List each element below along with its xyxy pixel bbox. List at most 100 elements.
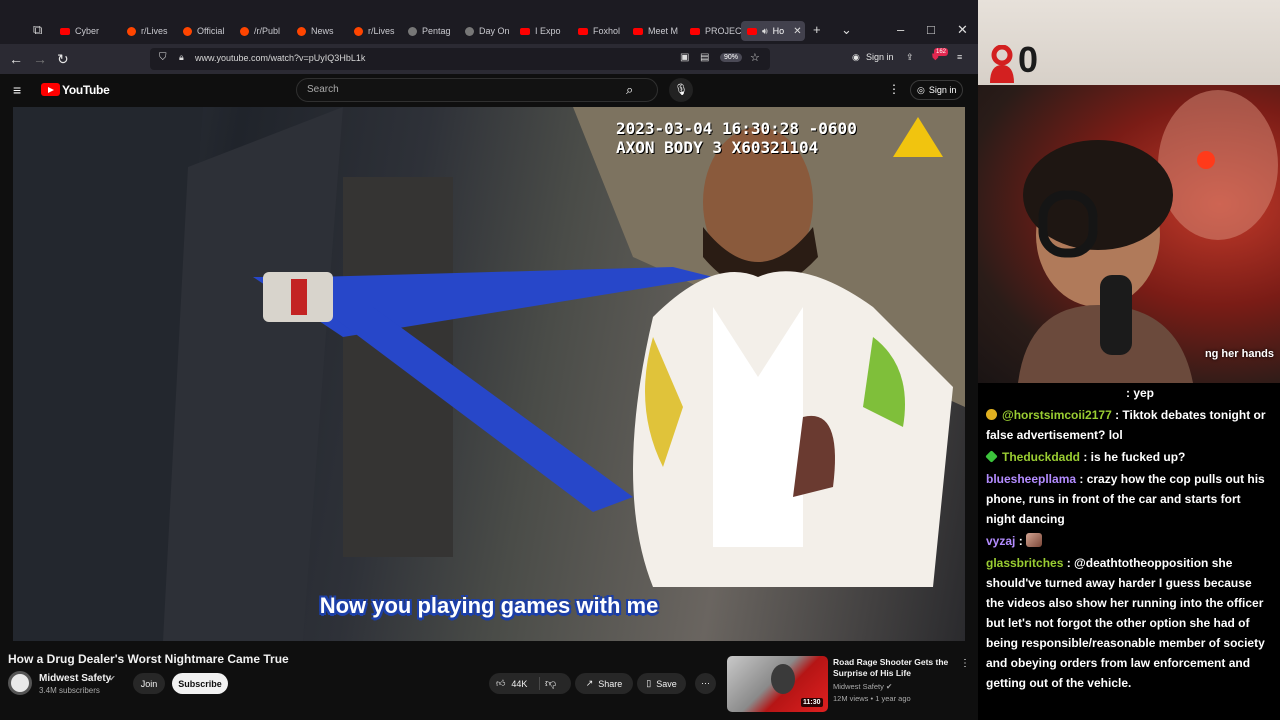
tab-list-icon[interactable]: ⧉ bbox=[33, 22, 42, 38]
browser-tab[interactable]: Official bbox=[183, 21, 235, 41]
background-eye-glow bbox=[1197, 151, 1215, 169]
share-icon: ↗ bbox=[585, 678, 594, 688]
bookmark-icon: ▯ bbox=[646, 678, 652, 688]
channel-name[interactable]: Midwest Safety bbox=[39, 673, 111, 684]
menu-icon[interactable]: ≡ bbox=[957, 52, 962, 62]
person-figure-icon bbox=[990, 45, 1014, 83]
thumbs-up-icon: 👍︎ bbox=[496, 678, 506, 688]
shield-icon[interactable]: ⛉ bbox=[159, 52, 167, 63]
new-tab-button[interactable]: + bbox=[813, 22, 821, 38]
stream-overlay-panel: 0 ng her hands : yep @horstsimcoii2177 : … bbox=[978, 0, 1280, 720]
reader-icon[interactable]: ▤ bbox=[700, 52, 709, 63]
chat-text: : bbox=[1015, 534, 1027, 548]
browser-tab[interactable]: r/Lives bbox=[354, 21, 406, 41]
search-icon[interactable]: ⌕ bbox=[626, 83, 633, 97]
chat-message: bluesheepllama : crazy how the cop pulls… bbox=[986, 469, 1272, 529]
microphone-icon[interactable]: 🎙︎ bbox=[669, 78, 693, 102]
browser-tab[interactable]: r/Lives bbox=[127, 21, 179, 41]
counter-widget: 0 bbox=[978, 0, 1280, 85]
browser-tab[interactable]: 🔊︎ Ho ✕ bbox=[741, 21, 805, 41]
address-bar[interactable]: ⛉ 🔒︎ www.youtube.com/watch?v=pUyIQ3HbL1k… bbox=[150, 48, 770, 70]
speaker-icon[interactable]: 🔊︎ bbox=[762, 26, 768, 37]
tab-label: Day On bbox=[479, 26, 510, 36]
save-button[interactable]: ▯ Save bbox=[637, 673, 686, 694]
search-input[interactable] bbox=[307, 84, 607, 95]
subscribe-button[interactable]: Subscribe bbox=[172, 673, 228, 694]
chat-username[interactable]: Theduckdadd bbox=[1002, 450, 1080, 464]
related-more-icon[interactable]: ⋮ bbox=[960, 658, 970, 669]
tab-bar: ⧉ Cyber r/Lives Official/r/Publ News r/Lives… bbox=[0, 0, 978, 44]
browser-tab[interactable]: News bbox=[297, 21, 349, 41]
chat-message: Theduckdadd : is he fucked up? bbox=[985, 447, 1272, 467]
browser-sign-in[interactable]: Sign in bbox=[866, 52, 894, 62]
youtube-logo-icon[interactable] bbox=[41, 83, 60, 96]
tab-label: News bbox=[311, 26, 334, 36]
microphone bbox=[1100, 275, 1132, 355]
close-window-button[interactable]: ✕ bbox=[957, 22, 968, 38]
tab-label: PROJEC bbox=[705, 26, 742, 36]
browser-tab[interactable]: /r/Publ bbox=[240, 21, 292, 41]
tab-close-icon[interactable]: ✕ bbox=[793, 26, 801, 37]
list-all-tabs-icon[interactable]: ⌄ bbox=[841, 22, 852, 38]
browser-tab[interactable]: I Expo bbox=[520, 21, 572, 41]
browser-tab[interactable]: Cyber bbox=[60, 21, 122, 41]
tab-label: r/Lives bbox=[368, 26, 395, 36]
channel-avatar[interactable] bbox=[8, 671, 32, 695]
tab-label: r/Lives bbox=[141, 26, 168, 36]
chat-message: : yep bbox=[986, 383, 1272, 403]
like-button[interactable]: 👍︎ 44K bbox=[489, 673, 571, 694]
chat-username[interactable]: bluesheepllama bbox=[986, 472, 1076, 486]
maximize-button[interactable]: □ bbox=[927, 22, 935, 38]
youtube-sign-in-button[interactable]: ◎ Sign in bbox=[910, 80, 964, 100]
browser-tab[interactable]: PROJEC bbox=[690, 21, 742, 41]
webcam-image bbox=[1018, 90, 1278, 383]
tab-label: I Expo bbox=[535, 26, 561, 36]
browser-tab[interactable]: Meet M bbox=[633, 21, 685, 41]
related-video-title[interactable]: Road Rage Shooter Gets the Surprise of H… bbox=[833, 657, 953, 679]
zoom-level[interactable]: 90% bbox=[720, 53, 743, 62]
hamburger-menu-icon[interactable]: ≡ bbox=[13, 83, 21, 97]
forward-icon[interactable]: → bbox=[33, 51, 47, 67]
thumbnail-person bbox=[771, 664, 795, 694]
chat-username[interactable]: @horstsimcoii2177 bbox=[1002, 408, 1112, 422]
chat-username[interactable]: glassbritches bbox=[986, 556, 1063, 570]
buckle-red-tab bbox=[291, 279, 307, 315]
chat-message: @horstsimcoii2177 : Tiktok debates tonig… bbox=[986, 405, 1272, 445]
tab-label: Ho bbox=[772, 26, 785, 36]
verified-icon: ✔ bbox=[885, 682, 893, 691]
verified-icon: ✔ bbox=[109, 674, 116, 683]
minimize-button[interactable]: – bbox=[897, 22, 904, 38]
lock-icon[interactable]: 🔒︎ bbox=[179, 52, 184, 63]
extensions-icon[interactable]: ⇪ bbox=[906, 52, 914, 63]
thumbs-down-icon[interactable]: 👎︎ bbox=[545, 677, 556, 690]
chat-message: glassbritches : @deathtotheopposition sh… bbox=[986, 553, 1272, 693]
bookmark-star-icon[interactable]: ☆ bbox=[750, 51, 760, 64]
extension-badge: 162 bbox=[934, 48, 949, 56]
gray-favicon-icon bbox=[408, 26, 417, 36]
reload-icon[interactable]: ↻ bbox=[57, 51, 69, 67]
chat-username[interactable]: vyzaj bbox=[986, 534, 1015, 548]
tab-label: Pentag bbox=[422, 26, 451, 36]
join-button[interactable]: Join bbox=[133, 673, 165, 694]
more-actions-button[interactable]: ⋯ bbox=[695, 673, 716, 694]
more-options-icon[interactable]: ⋮ bbox=[888, 82, 900, 96]
account-icon[interactable]: ◉ bbox=[852, 52, 860, 63]
browser-tab[interactable]: Foxhol bbox=[578, 21, 630, 41]
share-button[interactable]: ↗ Share bbox=[575, 673, 633, 694]
chat-text: : @deathtotheopposition she should've tu… bbox=[986, 556, 1265, 690]
browser-tab[interactable]: Pentag bbox=[408, 21, 460, 41]
tab-label: Cyber bbox=[75, 26, 100, 36]
browser-tab[interactable]: Day On bbox=[465, 21, 517, 41]
video-title: How a Drug Dealer's Worst Nightmare Came… bbox=[8, 652, 289, 666]
back-icon[interactable]: ← bbox=[9, 51, 23, 67]
url-text[interactable]: www.youtube.com/watch?v=pUyIQ3HbL1k bbox=[195, 53, 365, 63]
picture-icon[interactable]: ▣ bbox=[680, 52, 689, 63]
youtube-favicon-icon bbox=[633, 27, 643, 35]
video-player[interactable]: 2023-03-04 16:30:28 -0600 AXON BODY 3 X6… bbox=[13, 107, 965, 641]
sign-in-label: Sign in bbox=[928, 85, 957, 95]
youtube-logo-text[interactable]: YouTube bbox=[62, 83, 110, 97]
related-video-meta: 12M views • 1 year ago bbox=[833, 694, 911, 703]
youtube-favicon-icon bbox=[520, 27, 530, 35]
related-video-channel: Midwest Safety ✔ bbox=[833, 682, 893, 691]
search-box[interactable] bbox=[296, 78, 658, 102]
